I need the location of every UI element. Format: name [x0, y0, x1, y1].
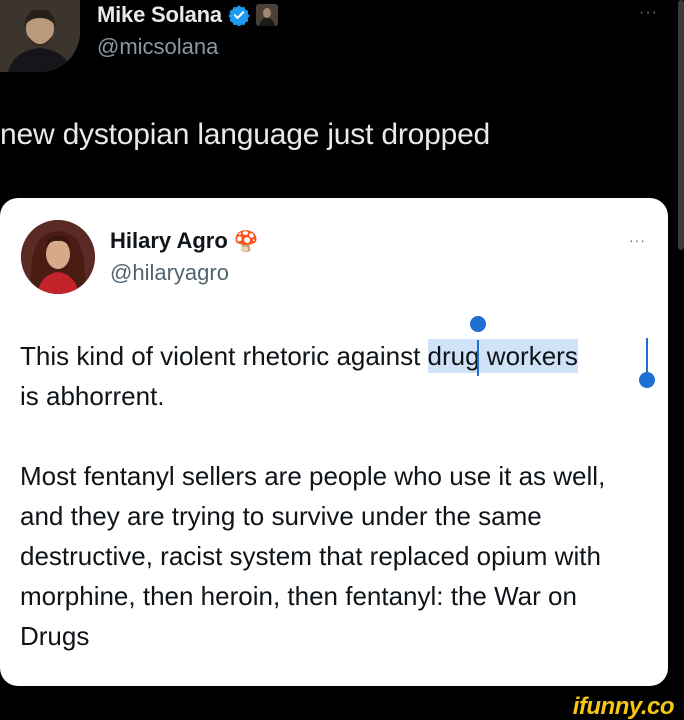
quoted-author-handle[interactable]: @hilaryagro	[110, 260, 229, 286]
scrollbar[interactable]	[678, 0, 684, 250]
more-options-icon[interactable]: ···	[639, 4, 658, 22]
paragraph-1-text-end: is abhorrent.	[20, 381, 165, 411]
selection-start-handle[interactable]	[470, 316, 486, 332]
selection-end-caret[interactable]	[646, 338, 648, 374]
mushroom-emoji-icon: 🍄	[233, 230, 259, 253]
selection-end-handle[interactable]	[639, 372, 655, 388]
quoted-more-options-icon[interactable]: ···	[629, 232, 646, 248]
selection-start-caret[interactable]	[477, 340, 479, 376]
author-avatar[interactable]	[0, 0, 80, 72]
quoted-tweet-paragraph-1: This kind of violent rhetoric against dr…	[20, 336, 650, 416]
affiliate-badge-icon[interactable]	[255, 4, 278, 26]
author-handle[interactable]: @micsolana	[97, 34, 218, 60]
selected-text[interactable]: drug workers	[427, 339, 578, 373]
quoted-tweet-paragraph-2: Most fentanyl sellers are people who use…	[20, 461, 606, 651]
paragraph-1-text: This kind of violent rhetoric against	[20, 341, 428, 371]
quoted-author-name[interactable]: Hilary Agro	[110, 228, 228, 254]
ifunny-watermark: ifunny.co	[572, 693, 675, 720]
author-name[interactable]: Mike Solana	[97, 2, 222, 28]
tweet-text: new dystopian language just dropped	[0, 118, 491, 151]
quoted-tweet-card[interactable]: Hilary Agro 🍄 @hilaryagro ··· This kind …	[0, 198, 668, 686]
quoted-author-avatar[interactable]	[21, 220, 95, 294]
verified-badge-icon	[228, 5, 250, 26]
